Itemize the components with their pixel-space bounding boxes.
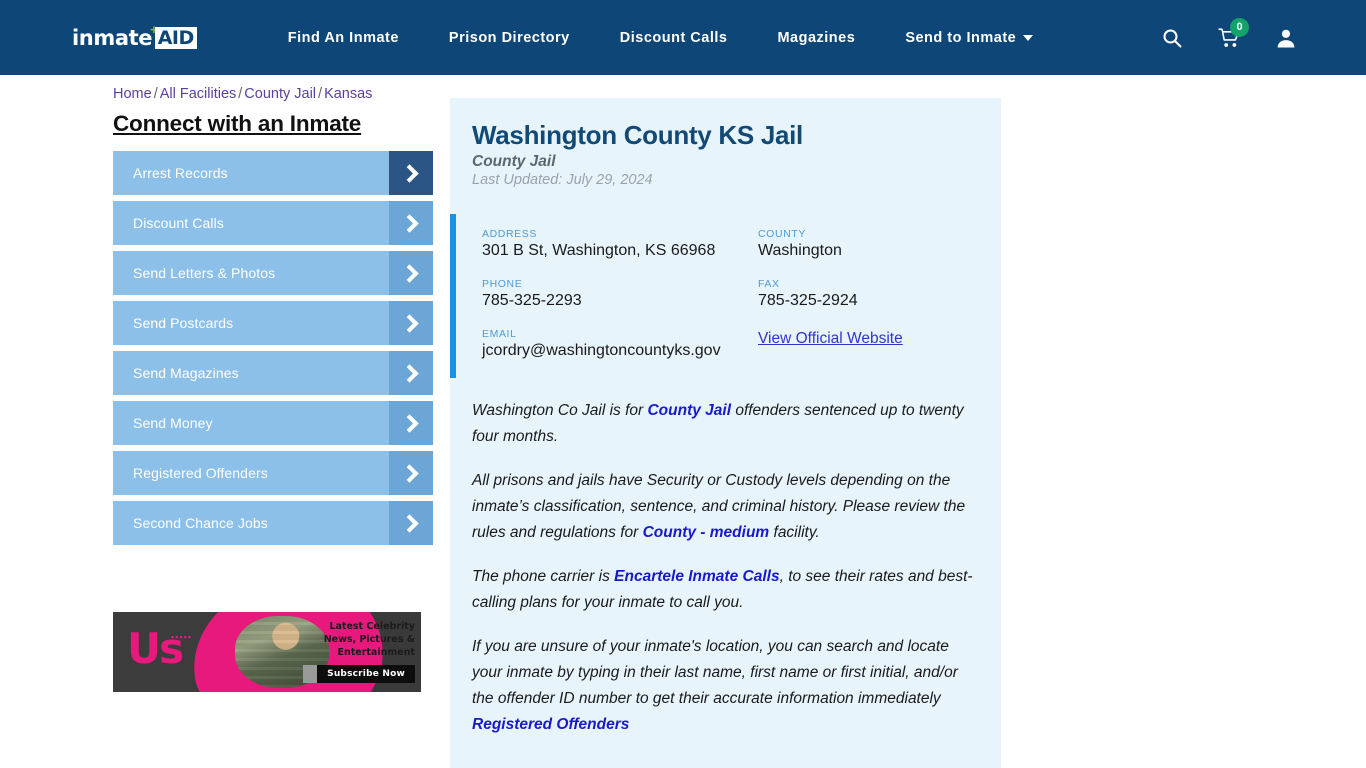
- chevron-right-icon: [389, 301, 433, 345]
- cart-count-badge: 0: [1230, 17, 1249, 37]
- description-paragraph-2: All prisons and jails have Security or C…: [472, 468, 979, 546]
- info-field-phone: PHONE 785-325-2293: [482, 278, 758, 310]
- link-registered-offenders[interactable]: Registered Offenders: [472, 716, 629, 733]
- breadcrumb-item-kansas[interactable]: Kansas: [324, 86, 372, 102]
- sidebar-item-discount-calls[interactable]: Discount Calls: [113, 201, 433, 245]
- site-logo[interactable]: inmate + AID: [72, 22, 197, 53]
- nav-icon-group: 0: [1162, 17, 1296, 48]
- primary-nav-links: Find An Inmate Prison Directory Discount…: [263, 30, 1059, 46]
- ad-headline-line3: Entertainment: [337, 647, 415, 658]
- logo-text-inmate: inmate: [72, 25, 153, 50]
- info-label-fax: FAX: [758, 278, 780, 290]
- desc-p1-text-a: Washington Co Jail is for: [472, 402, 648, 419]
- logo-text-aid: AID: [154, 26, 197, 49]
- breadcrumb-separator: /: [318, 86, 323, 102]
- user-icon[interactable]: [1276, 28, 1296, 48]
- sidebar-item-label: Send Money: [133, 415, 213, 431]
- advertisement-banner[interactable]: Us ▪▪▪▪▪ Latest Celebrity News, Pictures…: [113, 612, 421, 692]
- info-label-county: COUNTY: [758, 228, 806, 240]
- facility-description: Washington Co Jail is for County Jail of…: [450, 378, 1001, 768]
- last-updated-text: Last Updated: July 29, 2024: [472, 172, 653, 188]
- ad-subscribe-button[interactable]: Subscribe Now: [303, 665, 415, 683]
- description-paragraph-4: If you are unsure of your inmate's locat…: [472, 634, 979, 738]
- top-navigation-bar: inmate + AID Find An Inmate Prison Direc…: [0, 0, 1366, 75]
- breadcrumb-separator: /: [153, 86, 158, 102]
- sidebar-item-arrest-records[interactable]: Arrest Records: [113, 151, 433, 195]
- ad-headline-line1: Latest Celebrity: [329, 621, 415, 632]
- info-value-county: Washington: [758, 242, 842, 259]
- sidebar-item-second-chance-jobs[interactable]: Second Chance Jobs: [113, 501, 433, 545]
- info-value-email: jcordry@washingtoncountyks.gov: [482, 342, 721, 359]
- desc-p4-text-a: If you are unsure of your inmate's locat…: [472, 638, 958, 707]
- sidebar: Connect with an Inmate Arrest Records Di…: [113, 111, 433, 551]
- nav-item-find-an-inmate[interactable]: Find An Inmate: [263, 30, 424, 46]
- nav-item-send-to-inmate[interactable]: Send to Inmate: [880, 30, 1058, 46]
- breadcrumb-item-county-jail[interactable]: County Jail: [244, 86, 316, 102]
- desc-p2-text-b: facility.: [769, 524, 820, 541]
- sidebar-title: Connect with an Inmate: [113, 111, 362, 136]
- breadcrumb-item-home[interactable]: Home: [113, 86, 152, 102]
- info-label-address: ADDRESS: [482, 228, 537, 240]
- nav-item-discount-calls[interactable]: Discount Calls: [595, 30, 753, 46]
- sidebar-item-registered-offenders[interactable]: Registered Offenders: [113, 451, 433, 495]
- info-field-address: ADDRESS 301 B St, Washington, KS 66968: [482, 228, 758, 260]
- link-county-medium[interactable]: County - medium: [643, 524, 770, 541]
- search-icon[interactable]: [1162, 28, 1182, 48]
- chevron-right-icon: [389, 201, 433, 245]
- ad-logo-dots: ▪▪▪▪▪: [171, 632, 192, 642]
- link-county-jail[interactable]: County Jail: [647, 402, 731, 419]
- facility-detail-panel: Washington County KS Jail County Jail La…: [450, 98, 1001, 768]
- sidebar-item-send-magazines[interactable]: Send Magazines: [113, 351, 433, 395]
- chevron-down-icon: [1023, 34, 1034, 41]
- sidebar-item-send-postcards[interactable]: Send Postcards: [113, 301, 433, 345]
- sidebar-item-label: Second Chance Jobs: [133, 515, 268, 531]
- desc-p3-text-a: The phone carrier is: [472, 568, 615, 585]
- sidebar-item-label: Registered Offenders: [133, 465, 268, 481]
- facility-type: County Jail: [472, 153, 556, 170]
- chevron-right-icon: [389, 451, 433, 495]
- info-field-website: View Official Website: [758, 328, 979, 360]
- ad-headline-line2: News, Pictures &: [323, 634, 415, 645]
- link-encartele-inmate-calls[interactable]: Encartele Inmate Calls: [614, 568, 779, 585]
- chevron-right-icon: [389, 401, 433, 445]
- sidebar-item-label: Discount Calls: [133, 215, 224, 231]
- chevron-right-icon: [389, 501, 433, 545]
- info-field-fax: FAX 785-325-2924: [758, 278, 979, 310]
- nav-item-prison-directory[interactable]: Prison Directory: [424, 30, 595, 46]
- facility-info-block: ADDRESS 301 B St, Washington, KS 66968 C…: [450, 214, 1001, 378]
- nav-item-send-to-inmate-label: Send to Inmate: [905, 29, 1017, 46]
- chevron-right-icon: [389, 351, 433, 395]
- page-title: Washington County KS Jail: [472, 120, 803, 150]
- info-value-fax: 785-325-2924: [758, 292, 858, 309]
- sidebar-item-send-money[interactable]: Send Money: [113, 401, 433, 445]
- breadcrumb: Home / All Facilities / County Jail / Kansas: [113, 86, 372, 102]
- chevron-right-icon: [389, 251, 433, 295]
- description-paragraph-1: Washington Co Jail is for County Jail of…: [472, 398, 979, 450]
- cart-icon[interactable]: 0: [1218, 17, 1249, 48]
- sidebar-item-send-letters-photos[interactable]: Send Letters & Photos: [113, 251, 433, 295]
- sidebar-item-label: Arrest Records: [133, 165, 228, 181]
- view-official-website-link[interactable]: View Official Website: [758, 330, 903, 348]
- info-field-email: EMAIL jcordry@washingtoncountyks.gov: [482, 328, 758, 360]
- ad-headline: Latest Celebrity News, Pictures & Entert…: [287, 620, 415, 659]
- info-value-phone: 785-325-2293: [482, 292, 582, 309]
- info-label-email: EMAIL: [482, 328, 517, 340]
- nav-item-magazines[interactable]: Magazines: [752, 30, 880, 46]
- sidebar-item-label: Send Magazines: [133, 365, 239, 381]
- chevron-right-icon: [389, 151, 433, 195]
- breadcrumb-item-all-facilities[interactable]: All Facilities: [160, 86, 237, 102]
- description-paragraph-3: The phone carrier is Encartele Inmate Ca…: [472, 564, 979, 616]
- sidebar-item-label: Send Letters & Photos: [133, 265, 276, 281]
- sidebar-item-label: Send Postcards: [133, 315, 234, 331]
- info-field-county: COUNTY Washington: [758, 228, 979, 260]
- info-label-phone: PHONE: [482, 278, 523, 290]
- info-value-address: 301 B St, Washington, KS 66968: [482, 242, 716, 259]
